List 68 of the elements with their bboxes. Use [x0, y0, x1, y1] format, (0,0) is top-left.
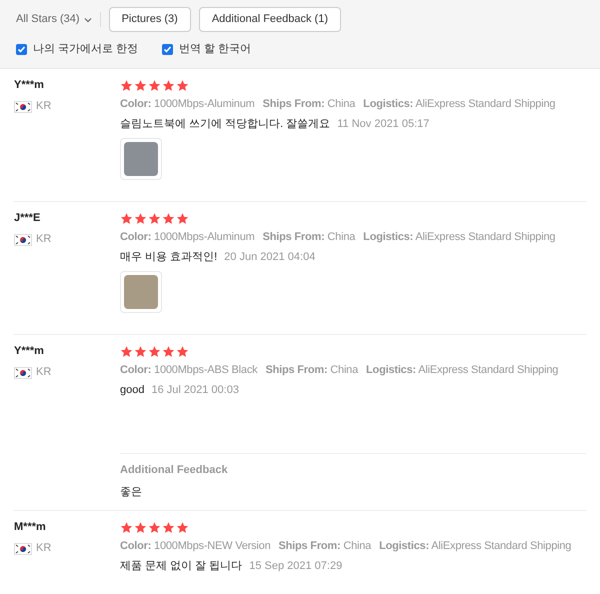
photo-placeholder [124, 275, 158, 309]
star-icon [176, 521, 189, 534]
star-icon [162, 212, 175, 225]
review-text: 제품 문제 없이 잘 됩니다 [120, 559, 242, 574]
photo-thumbnail[interactable] [120, 271, 162, 313]
photo-thumbnail[interactable] [120, 138, 162, 180]
review-attribute: Logistics: AliExpress Standard Shipping [363, 97, 556, 112]
reviewer-name: J***E [14, 211, 42, 226]
review-text: 매우 비용 효과적인! [120, 250, 218, 265]
flag-icon [14, 542, 32, 554]
review-attribute: Color: 1000Mbps-NEW Version [120, 539, 270, 554]
star-icon [120, 521, 133, 534]
checkbox-label: 번역 할 한국어 [179, 42, 252, 57]
reviewer-name: Y***m [14, 78, 45, 93]
country-code: KR [36, 365, 52, 380]
review-date: 20 Jun 2021 04:04 [224, 250, 316, 265]
review-attribute: Color: 1000Mbps-Aluminum [120, 230, 255, 245]
review-text: 슬림노트북에 쓰기에 적당합니다. 잘쓸게요 [120, 117, 330, 132]
country-code: KR [36, 541, 52, 556]
star-icon [148, 212, 161, 225]
star-icon [162, 521, 175, 534]
photo-placeholder [124, 142, 158, 176]
star-icon [162, 79, 175, 92]
review-text: good [120, 383, 144, 398]
star-icon [148, 521, 161, 534]
star-icon [134, 521, 147, 534]
star-icon [134, 212, 147, 225]
checkbox[interactable] [162, 44, 174, 55]
flag-icon [14, 234, 32, 246]
filter-button[interactable]: Additional Feedback (1) [198, 7, 342, 32]
country-code: KR [36, 99, 52, 114]
check-icon [163, 45, 172, 54]
review-attribute: Logistics: AliExpress Standard Shipping [363, 230, 556, 245]
review-date: 11 Nov 2021 05:17 [337, 117, 430, 132]
reviewer-name: Y***m [14, 344, 45, 359]
star-icon [134, 345, 147, 358]
star-icon [162, 345, 175, 358]
additional-feedback-title: Additional Feedback [120, 463, 229, 478]
flag-icon [14, 366, 32, 378]
caret-icon [84, 16, 92, 22]
filter-button[interactable]: Pictures (3) [108, 7, 191, 32]
star-icon [176, 345, 189, 358]
star-icon [148, 79, 161, 92]
review-attribute: Color: 1000Mbps-Aluminum [120, 97, 255, 112]
review-attribute: Ships From: China [262, 230, 356, 245]
star-icon [120, 212, 133, 225]
review-date: 16 Jul 2021 00:03 [151, 383, 239, 398]
check-icon [17, 45, 26, 54]
review-attribute: Logistics: AliExpress Standard Shipping [379, 539, 572, 554]
review-attribute: Ships From: China [265, 363, 358, 378]
star-icon [148, 345, 161, 358]
checkbox[interactable] [16, 44, 27, 55]
review-date: 15 Sep 2021 07:29 [249, 559, 342, 574]
review-attribute: Logistics: AliExpress Standard Shipping [366, 363, 558, 378]
star-icon [134, 79, 147, 92]
additional-feedback-text: 좋은 [120, 485, 143, 500]
star-icon [176, 212, 189, 225]
review-attribute: Ships From: China [262, 97, 356, 112]
country-code: KR [36, 232, 52, 247]
star-icon [120, 79, 133, 92]
review-attribute: Ships From: China [278, 539, 372, 554]
checkbox-label: 나의 국가에서로 한정 [33, 42, 138, 57]
flag-icon [14, 100, 32, 112]
star-filter-dropdown[interactable]: All Stars (34) [16, 12, 101, 27]
reviewer-name: M***m [14, 520, 47, 535]
star-icon [120, 345, 133, 358]
star-icon [176, 79, 189, 92]
review-attribute: Color: 1000Mbps-ABS Black [120, 363, 258, 378]
